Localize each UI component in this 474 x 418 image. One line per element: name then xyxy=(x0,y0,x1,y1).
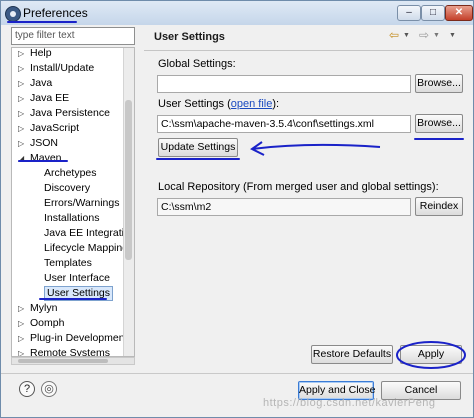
tree-horizontal-scrollbar[interactable] xyxy=(11,357,135,365)
tree-item-label: Install/Update xyxy=(30,62,95,74)
header-separator xyxy=(144,50,473,51)
user-settings-label-prefix: User Settings ( xyxy=(158,98,231,110)
watermark-text: https://blog.csdn.net/kavierPeng xyxy=(263,397,436,409)
page-title: User Settings xyxy=(154,31,225,43)
tree-item-label: Oomph xyxy=(30,317,65,329)
tree-item[interactable]: Archetypes xyxy=(12,166,124,181)
restore-defaults-button[interactable]: Restore Defaults xyxy=(311,345,393,364)
tree-hscroll-thumb[interactable] xyxy=(18,359,108,363)
footer-separator xyxy=(1,373,473,374)
local-repository-label: Local Repository (From merged user and g… xyxy=(158,181,439,193)
collapsed-arrow-icon[interactable]: ▷ xyxy=(18,91,26,106)
global-settings-field[interactable] xyxy=(157,75,411,93)
tree-item-label: Plug-in Development xyxy=(30,332,128,344)
collapsed-arrow-icon[interactable]: ▷ xyxy=(18,48,26,61)
global-settings-label: Global Settings: xyxy=(158,58,236,70)
back-arrow-icon[interactable]: ⇦ xyxy=(389,28,399,42)
annotation-underline-maven xyxy=(18,160,68,162)
forward-arrow-icon[interactable]: ⇨ xyxy=(419,28,429,42)
tree-item-label: Lifecycle Mapping xyxy=(44,242,129,254)
user-browse-button[interactable]: Browse... xyxy=(415,114,463,133)
tree-item[interactable]: Installations xyxy=(12,211,124,226)
tree-item-label: Installations xyxy=(44,212,100,224)
tree-item-label: JSON xyxy=(30,137,59,149)
tree-item-label: Remote Systems xyxy=(30,347,110,357)
tree-item-label: Java EE Integration xyxy=(44,227,135,239)
tree-item[interactable]: ▷ Java Persistence xyxy=(12,106,124,121)
tree-item[interactable]: ▷ Mylyn xyxy=(12,301,124,316)
user-settings-label-suffix: ): xyxy=(272,98,280,110)
import-export-icon[interactable]: ◎ xyxy=(41,381,57,397)
tree-item[interactable]: ▷ Help xyxy=(12,47,124,61)
tree-item[interactable]: ▷ Oomph xyxy=(12,316,124,331)
tree-item[interactable]: Errors/Warnings xyxy=(12,196,124,211)
collapsed-arrow-icon[interactable]: ▷ xyxy=(18,346,26,356)
tree-item[interactable]: Java EE Integration xyxy=(12,226,134,241)
preferences-window: Preferences – □ ✕ type filter text ▷ Help… xyxy=(0,0,474,418)
back-dropdown-icon[interactable]: ▼ xyxy=(403,32,410,39)
user-settings-label: User Settings (open file): xyxy=(158,98,279,110)
expanded-arrow-icon[interactable]: ◢ xyxy=(18,151,26,166)
close-icon[interactable]: ✕ xyxy=(445,5,473,21)
annotation-underline-browse xyxy=(414,138,464,140)
open-file-link[interactable]: open file xyxy=(231,98,273,110)
tree-item-label: User Interface xyxy=(44,272,110,284)
annotation-underline-update xyxy=(156,158,240,160)
view-menu-icon[interactable]: ▼ xyxy=(449,32,456,39)
tree-item-label: Help xyxy=(30,47,52,59)
collapsed-arrow-icon[interactable]: ▷ xyxy=(18,301,26,316)
tree-item-label: Java xyxy=(30,77,53,89)
help-icon[interactable]: ? xyxy=(19,381,35,397)
tree-item[interactable]: User Interface xyxy=(12,271,124,286)
tree-scroll-thumb[interactable] xyxy=(125,100,132,260)
annotation-underline-user-settings xyxy=(39,298,107,300)
tree-item[interactable]: ▷ Plug-in Development xyxy=(12,331,128,346)
filter-input[interactable]: type filter text xyxy=(11,27,135,45)
local-repository-field: C:\ssm\m2 xyxy=(157,198,411,216)
tree-item-label: Errors/Warnings xyxy=(44,197,120,209)
global-browse-button[interactable]: Browse... xyxy=(415,74,463,93)
maximize-icon[interactable]: □ xyxy=(421,5,445,21)
reindex-button[interactable]: Reindex xyxy=(415,197,463,216)
collapsed-arrow-icon[interactable]: ▷ xyxy=(18,121,26,136)
minimize-icon[interactable]: – xyxy=(397,5,421,21)
tree-item-label: Archetypes xyxy=(44,167,97,179)
annotation-arrow xyxy=(250,141,381,156)
forward-dropdown-icon[interactable]: ▼ xyxy=(433,32,440,39)
eclipse-icon xyxy=(5,6,21,22)
collapsed-arrow-icon[interactable]: ▷ xyxy=(18,106,26,121)
tree-item[interactable]: Templates xyxy=(12,256,124,271)
tree-item[interactable]: Lifecycle Mapping xyxy=(12,241,128,256)
tree-item[interactable]: ◢ Maven xyxy=(12,151,124,166)
tree-item-label: Java EE xyxy=(30,92,70,104)
tree-item[interactable]: ▷ Java xyxy=(12,76,124,91)
tree-item-label: Discovery xyxy=(44,182,91,194)
user-settings-field[interactable]: C:\ssm\apache-maven-3.5.4\conf\settings.… xyxy=(157,115,411,133)
tree-item[interactable]: ▷ Install/Update xyxy=(12,61,124,76)
tree-vertical-scrollbar[interactable] xyxy=(123,48,134,356)
annotation-circle-apply xyxy=(396,341,466,369)
tree-item-label: Templates xyxy=(44,257,92,269)
collapsed-arrow-icon[interactable]: ▷ xyxy=(18,76,26,91)
collapsed-arrow-icon[interactable]: ▷ xyxy=(18,316,26,331)
tree-item-label: Maven xyxy=(30,152,62,164)
tree-item[interactable]: ▷ Java EE xyxy=(12,91,124,106)
preference-tree: ▷ Help ▷ Install/Update ▷ Java ▷ Java EE ▷ Java P… xyxy=(11,47,135,357)
tree-item-label: Mylyn xyxy=(30,302,58,314)
window-title: Preferences xyxy=(23,6,88,20)
tree-item[interactable]: ▷ JavaScript xyxy=(12,121,124,136)
annotation-underline-title xyxy=(7,21,77,23)
tree-item[interactable]: ▷ JSON xyxy=(12,136,124,151)
tree-item[interactable]: Discovery xyxy=(12,181,124,196)
tree-item-label: JavaScript xyxy=(30,122,80,134)
update-settings-button[interactable]: Update Settings xyxy=(158,138,238,157)
collapsed-arrow-icon[interactable]: ▷ xyxy=(18,331,26,346)
collapsed-arrow-icon[interactable]: ▷ xyxy=(18,136,26,151)
tree-item[interactable]: ▷ Remote Systems xyxy=(12,346,124,357)
settings-page: User Settings ⇦ ▼ ⇨ ▼ ▼ Global Settings:… xyxy=(144,25,473,373)
collapsed-arrow-icon[interactable]: ▷ xyxy=(18,61,26,76)
tree-item-label: Java Persistence xyxy=(30,107,110,119)
page-header: User Settings ⇦ ▼ ⇨ ▼ ▼ xyxy=(144,25,473,47)
